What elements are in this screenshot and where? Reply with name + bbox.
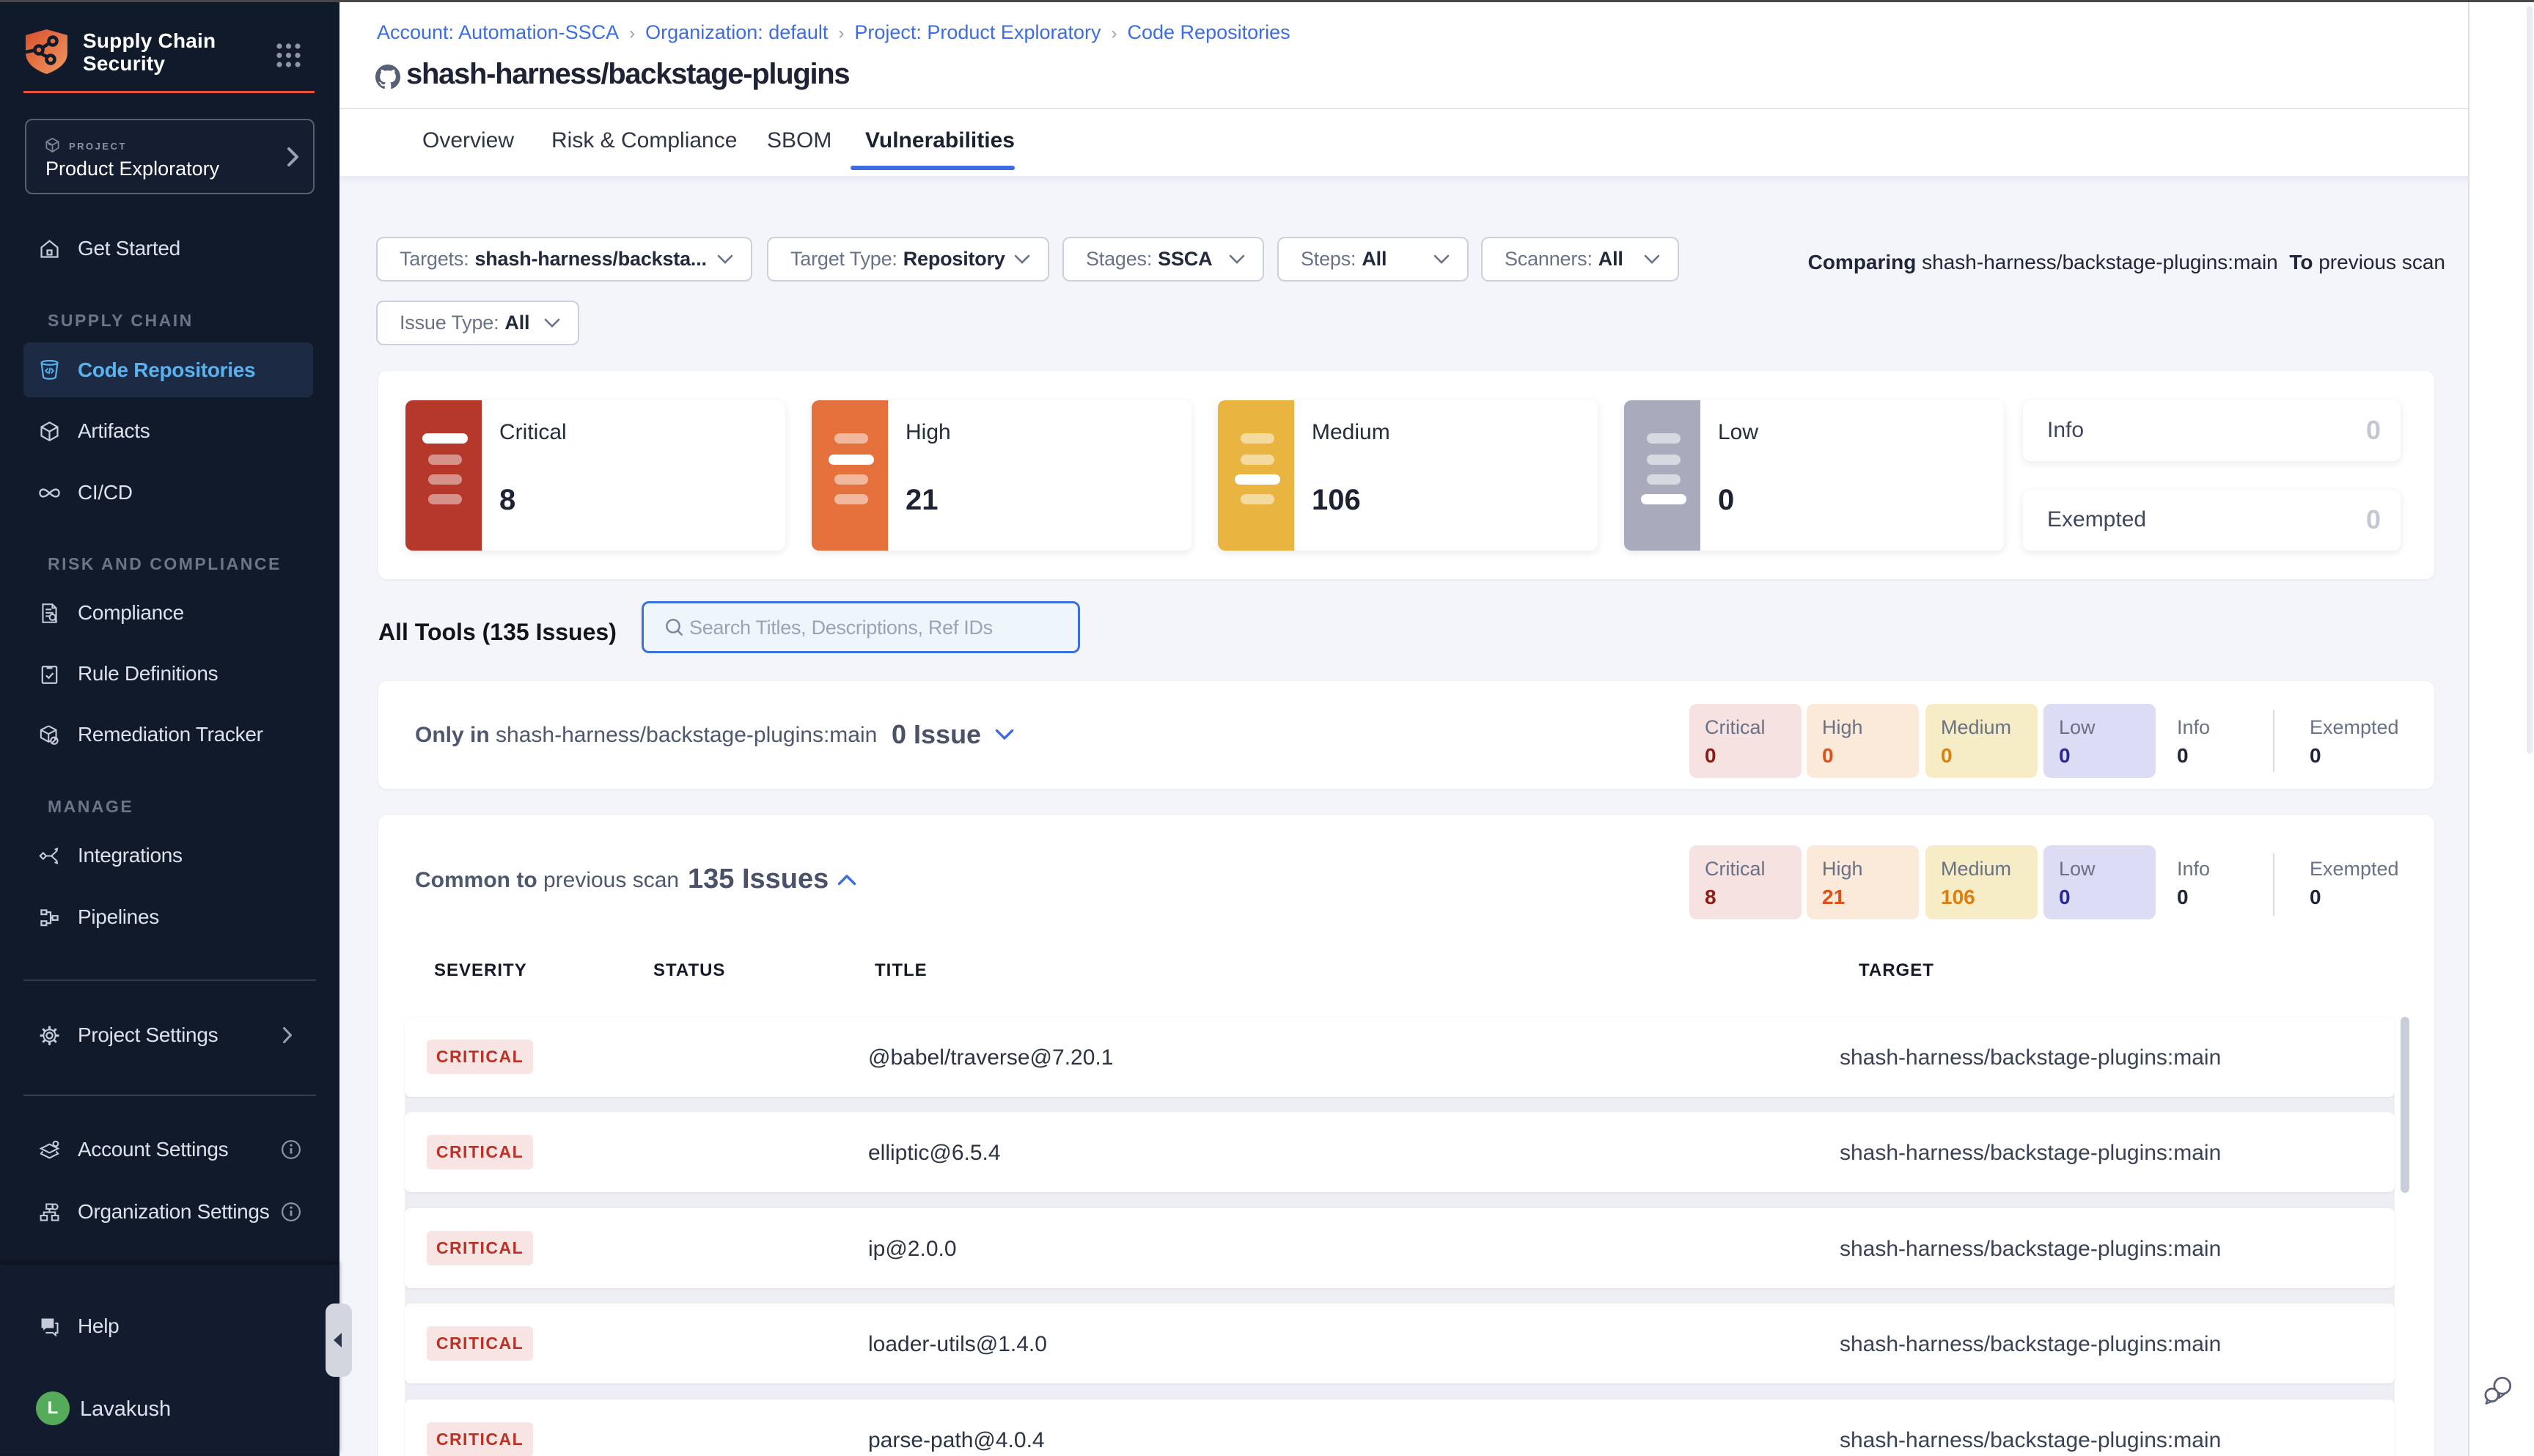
svg-text:?: ? [45, 1318, 50, 1328]
